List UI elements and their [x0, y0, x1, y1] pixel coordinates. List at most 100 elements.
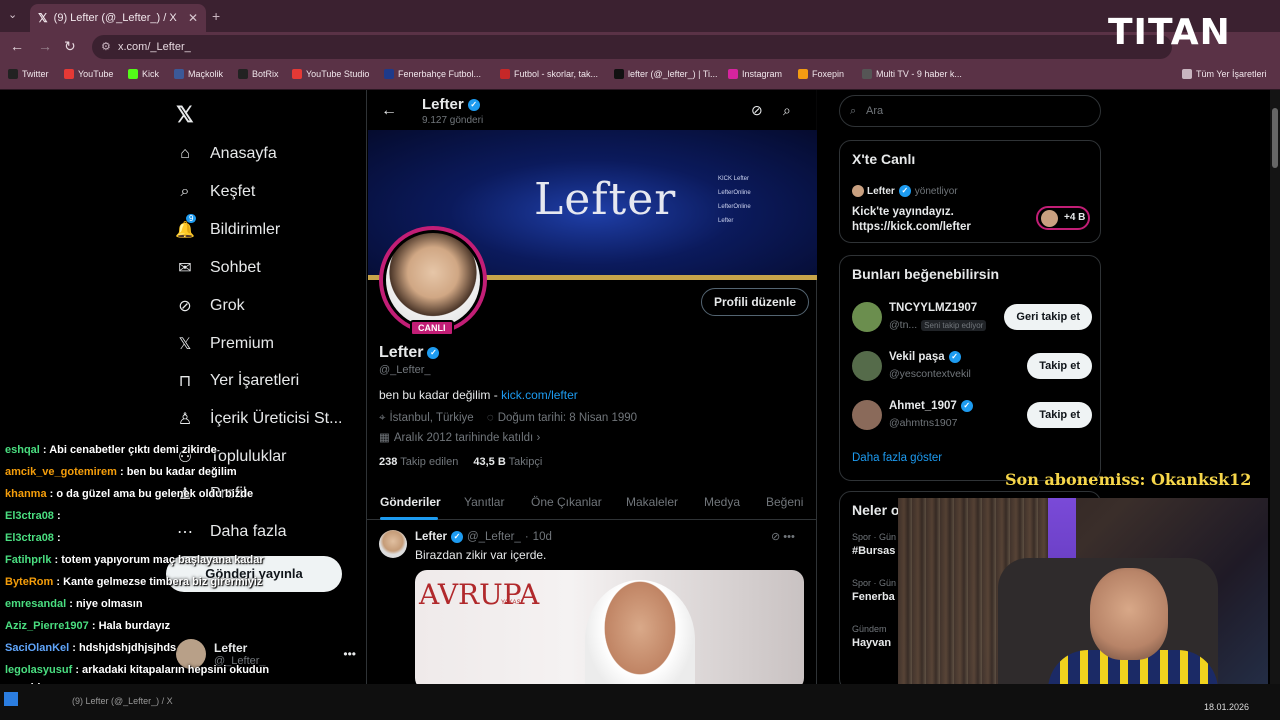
- reload-icon[interactable]: ↻: [64, 38, 76, 55]
- bookmark-item[interactable]: Kick: [128, 69, 159, 79]
- bookmark-item[interactable]: Maçkolik: [174, 69, 223, 79]
- back-icon[interactable]: ←: [10, 38, 24, 54]
- following-link[interactable]: 238 Takip edilen: [379, 456, 458, 468]
- bookmark-item[interactable]: Multi TV - 9 haber k...: [862, 69, 962, 79]
- profile-tab[interactable]: Makaleler: [626, 495, 678, 509]
- windows-start-icon[interactable]: [4, 692, 18, 706]
- suggestion-name[interactable]: TNCYYLMZ1907: [889, 302, 977, 314]
- trend-item[interactable]: Spor · Gün Fenerba: [852, 578, 896, 603]
- balloon-icon: ◌: [486, 412, 494, 424]
- site-info-icon[interactable]: ⚙: [101, 35, 111, 59]
- scrollbar-thumb[interactable]: [1272, 108, 1278, 168]
- mail-icon: ✉: [178, 260, 192, 277]
- bookmark-label: Instagram: [742, 69, 783, 79]
- titan-logo: TITAN: [1108, 12, 1231, 53]
- active-tab-indicator: [380, 517, 438, 520]
- show-more-link[interactable]: Daha fazla göster: [852, 452, 942, 464]
- trend-name: Fenerba: [852, 591, 895, 603]
- suggestion-handle-text: @tn...: [889, 319, 918, 331]
- suggestion-name[interactable]: Vekil paşa ✓: [889, 351, 961, 363]
- suggestion-item[interactable]: Ahmet_1907 ✓ @ahmtns1907 Takip et: [852, 398, 1092, 434]
- bookmark-item[interactable]: YouTube: [64, 69, 113, 79]
- browser-tab-active[interactable]: 𝕏 (9) Lefter (@_Lefter_) / X ✕: [30, 4, 206, 32]
- profile-tab[interactable]: Öne Çıkanlar: [531, 495, 602, 509]
- suggestion-item[interactable]: TNCYYLMZ1907 @tn... Seni takip ediyor Geri …: [852, 300, 1092, 336]
- edit-profile-button[interactable]: Profili düzenle: [701, 288, 810, 316]
- nav-item-daha-fazla[interactable]: ⋯ Daha fazla: [174, 520, 287, 544]
- back-arrow-icon[interactable]: ←: [381, 102, 397, 120]
- more-icon[interactable]: •••: [783, 531, 795, 543]
- live-listeners-pill[interactable]: +4 B: [1036, 206, 1090, 230]
- bookmark-item[interactable]: Tüm Yer İşaretleri: [1182, 69, 1267, 79]
- nav-item-bildirimler[interactable]: 🔔 9 Bildirimler: [174, 214, 280, 242]
- follow-button[interactable]: Takip et: [1027, 353, 1092, 379]
- profile-avatar[interactable]: [379, 226, 487, 334]
- x-logo-icon[interactable]: 𝕏: [176, 102, 194, 128]
- avatar: [386, 233, 480, 327]
- nav-item-premium[interactable]: 𝕏 Premium: [174, 332, 274, 356]
- chevron-right-icon[interactable]: ›: [536, 432, 540, 444]
- tweet-media[interactable]: AVRUPA YAKASI: [415, 570, 804, 684]
- forward-icon[interactable]: →: [38, 38, 52, 54]
- new-tab-icon[interactable]: +: [212, 8, 220, 24]
- chat-text: : hdshjdshjdhjsjhds: [72, 642, 177, 654]
- tweet-author[interactable]: Lefter: [415, 531, 447, 543]
- bookmark-item[interactable]: Foxepin: [798, 69, 844, 79]
- search-icon[interactable]: ⌕: [783, 102, 791, 119]
- chat-message: emresandal : niye olmasın: [5, 598, 143, 610]
- chat-username: El3ctra08: [5, 510, 54, 522]
- bookmark-item[interactable]: YouTube Studio: [292, 69, 369, 79]
- nav-item-keşfet[interactable]: ⌕ Keşfet: [174, 180, 256, 204]
- header-name-text: Lefter: [422, 96, 464, 113]
- bookmark-item[interactable]: Futbol - skorlar, tak...: [500, 69, 598, 79]
- media-person: [585, 580, 695, 684]
- page-scrollbar[interactable]: [1270, 90, 1280, 684]
- live-host[interactable]: Lefter: [867, 186, 895, 197]
- nav-item-i-çerik-üreticisi-st-[interactable]: ♙ İçerik Üreticisi St...: [174, 407, 343, 431]
- profile-tab[interactable]: Gönderiler: [380, 495, 441, 509]
- avatar[interactable]: [852, 302, 882, 332]
- taskbar-window-title[interactable]: (9) Lefter (@_Lefter_) / X: [72, 696, 173, 706]
- address-bar[interactable]: ⚙ x.com/_Lefter_: [92, 35, 1172, 59]
- search-input[interactable]: ⌕ Ara: [839, 95, 1101, 127]
- profile-tabs: Gönderiler Yanıtlar Öne Çıkanlar Makaleler M…: [367, 486, 817, 520]
- close-icon[interactable]: ✕: [188, 11, 198, 25]
- avatar[interactable]: [379, 530, 407, 558]
- follow-button[interactable]: Takip et: [1027, 402, 1092, 428]
- chat-username: eshqal: [5, 444, 40, 456]
- tweet-time[interactable]: 10d: [533, 531, 552, 543]
- bookmark-item[interactable]: Twitter: [8, 69, 49, 79]
- nav-item-grok[interactable]: ⊘ Grok: [174, 294, 244, 318]
- avatar[interactable]: [852, 400, 882, 430]
- suggestion-name[interactable]: Ahmet_1907 ✓: [889, 400, 973, 412]
- followers-link[interactable]: 43,5 B Takipçi: [473, 456, 542, 468]
- bookmark-item[interactable]: BotRix: [238, 69, 279, 79]
- multitv-icon: [862, 69, 872, 79]
- bio-link[interactable]: kick.com/lefter: [501, 388, 578, 402]
- bookmark-item[interactable]: Instagram: [728, 69, 782, 79]
- post-count: 9.127 gönderi: [422, 115, 484, 126]
- bookmark-item[interactable]: lefter (@_lefter_) | Ti...: [614, 69, 718, 79]
- bookmark-item[interactable]: Fenerbahçe Futbol...: [384, 69, 481, 79]
- chat-username: Aziz_Pierre1907: [5, 620, 89, 632]
- suggestion-item[interactable]: Vekil paşa ✓ @yescontextvekil Takip et: [852, 349, 1092, 385]
- follow-button[interactable]: Geri takip et: [1004, 304, 1092, 330]
- trend-item[interactable]: Gündem Hayvan: [852, 624, 891, 649]
- more-icon[interactable]: •••: [343, 647, 356, 661]
- nav-item-anasayfa[interactable]: ⌂ Anasayfa: [174, 142, 277, 166]
- nav-label: Yer İşaretleri: [210, 372, 300, 389]
- profile-tab[interactable]: Yanıtlar: [464, 495, 504, 509]
- trend-item[interactable]: Spor · Gün #Bursas: [852, 532, 896, 557]
- tab-search-icon[interactable]: ⌄: [8, 8, 17, 21]
- profile-tab[interactable]: Beğeni: [766, 495, 803, 509]
- bookmark-label: lefter (@_lefter_) | Ti...: [628, 69, 718, 79]
- avatar[interactable]: [852, 351, 882, 381]
- nav-item-yer-i-şaretleri[interactable]: ⊓ Yer İşaretleri: [174, 369, 299, 393]
- grok-icon[interactable]: ⊘: [751, 102, 763, 119]
- tweet[interactable]: Lefter ✓ @_Lefter_ · 10d ⊘ ••• Birazdan …: [367, 522, 817, 684]
- live-text[interactable]: Kick'te yayındayız. https://kick.com/lef…: [852, 205, 971, 235]
- nav-item-sohbet[interactable]: ✉ Sohbet: [174, 256, 260, 280]
- profile-tab[interactable]: Medya: [704, 495, 740, 509]
- grok-icon[interactable]: ⊘ •••: [771, 530, 795, 543]
- youtube-icon: [64, 69, 74, 79]
